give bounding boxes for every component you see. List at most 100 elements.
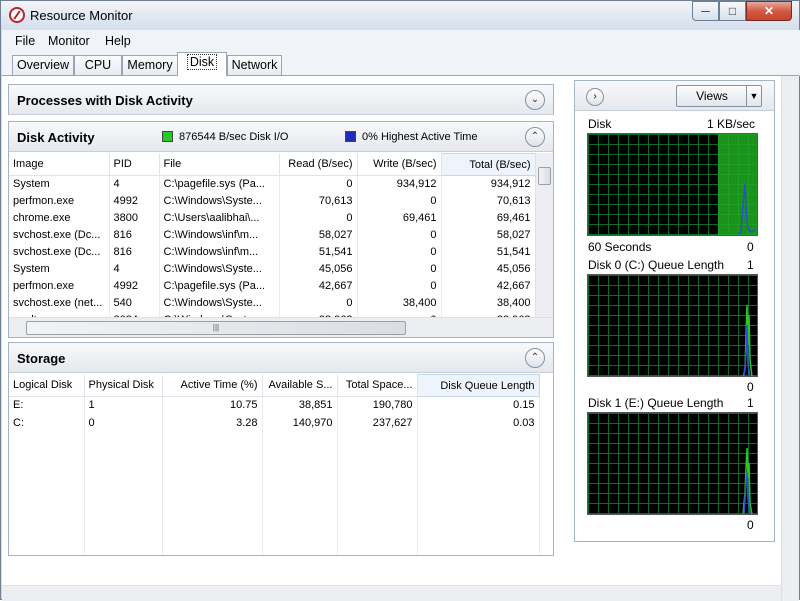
storage-title: Storage <box>17 351 66 366</box>
table-cell <box>262 431 338 555</box>
table-cell: C:\Windows\Syste... <box>159 192 280 210</box>
column-header[interactable]: Available S... <box>262 374 338 397</box>
table-filler-row <box>9 431 540 555</box>
column-header[interactable]: Image <box>9 153 110 176</box>
storage-header[interactable]: Storage ⌃ <box>9 343 553 373</box>
table-cell: 4992 <box>109 277 160 295</box>
menu-help[interactable]: Help <box>105 34 131 48</box>
processes-section-header[interactable]: Processes with Disk Activity ⌄ <box>9 85 553 115</box>
table-row[interactable]: perfmon.exe 4992 C:\pagefile.sys (Pa... 42,… <box>9 277 535 295</box>
table-cell: svchost.exe (Dc... <box>9 243 110 261</box>
chevron-down-icon[interactable]: ▼ <box>746 86 761 106</box>
tab-cpu-label: CPU <box>84 58 112 72</box>
column-header[interactable]: Write (B/sec) <box>357 153 442 176</box>
column-header[interactable]: PID <box>109 153 160 176</box>
views-dropdown[interactable]: Views ▼ <box>676 85 762 107</box>
table-cell: E: <box>9 396 85 414</box>
disk1-graph-scale: 1 <box>747 396 754 410</box>
tab-memory-label: Memory <box>127 58 173 72</box>
table-cell: 58,027 <box>441 226 535 244</box>
disk1-graph-title: Disk 1 (E:) Queue Length <box>588 396 724 410</box>
disk-activity-title: Disk Activity <box>17 130 95 145</box>
window-hscrollbar[interactable] <box>2 585 781 601</box>
column-header[interactable]: Total (B/sec) <box>440 153 535 176</box>
table-cell: C:\Users\aalibhai\... <box>159 209 280 227</box>
disk-io-area <box>718 134 757 235</box>
table-cell: System <box>9 175 110 193</box>
table-cell: C:\Windows\Syste... <box>159 260 280 278</box>
disk0-graph-plot <box>742 304 753 376</box>
tab-cpu[interactable]: CPU <box>74 55 122 76</box>
table-cell: 190,780 <box>337 396 418 414</box>
table-row[interactable]: E: 1 10.75 38,851 190,780 0.15 <box>9 396 540 414</box>
disk-graph-scale: 1 KB/sec <box>707 117 756 131</box>
table-cell: 0 <box>279 294 358 312</box>
table-cell: 42,667 <box>279 277 358 295</box>
table-cell: 70,613 <box>441 192 535 210</box>
disk1-queue-graph <box>587 412 758 515</box>
table-cell: System <box>9 260 110 278</box>
table-cell: perfmon.exe <box>9 277 110 295</box>
table-cell: 4992 <box>109 192 160 210</box>
disk0-graph-title: Disk 0 (C:) Queue Length <box>588 258 725 272</box>
table-cell: svchost.exe (Dc... <box>9 226 110 244</box>
disk-io-legend: 876544 B/sec Disk I/O <box>179 131 289 143</box>
table-cell <box>162 431 263 555</box>
window-vscrollbar[interactable] <box>781 76 799 601</box>
table-row[interactable]: System 4 C:\pagefile.sys (Pa... 0 934,912 934… <box>9 175 535 193</box>
close-button[interactable]: ✕ <box>746 1 792 21</box>
collapse-graphs-icon[interactable]: › <box>586 88 604 106</box>
disk0-graph-scale: 1 <box>747 258 754 272</box>
maximize-button[interactable]: □ <box>719 1 746 21</box>
hscroll-thumb[interactable]: ||| <box>26 321 406 335</box>
menu-monitor[interactable]: Monitor <box>48 34 90 48</box>
tab-overview[interactable]: Overview <box>12 55 74 76</box>
column-header[interactable]: File <box>159 153 280 176</box>
tab-network[interactable]: Network <box>227 55 282 76</box>
column-header[interactable]: Logical Disk <box>9 374 85 397</box>
table-cell: 540 <box>109 294 160 312</box>
column-header[interactable]: Physical Disk <box>84 374 163 397</box>
disk-activity-hscrollbar[interactable]: ||| <box>9 317 553 337</box>
column-header[interactable]: Active Time (%) <box>162 374 263 397</box>
disk-tab-content: Processes with Disk Activity ⌄ Disk Acti… <box>2 75 799 601</box>
vscroll-thumb[interactable] <box>538 167 551 185</box>
disk-activity-table-wrap: Image PID File Read (B/sec) Write (B/sec) Tot… <box>9 153 535 317</box>
disk-activity-section: Disk Activity 876544 B/sec Disk I/O 0% H… <box>8 121 554 338</box>
disk1-graph-plot <box>742 447 753 514</box>
disk0-queue-line <box>742 304 753 376</box>
menu-file[interactable]: File <box>15 34 35 48</box>
column-header[interactable]: Read (B/sec) <box>279 153 358 176</box>
collapse-chevron-icon[interactable]: ⌃ <box>525 348 545 368</box>
table-cell: 70,613 <box>279 192 358 210</box>
tab-disk[interactable]: Disk <box>177 52 227 76</box>
column-header[interactable]: Disk Queue Length <box>416 374 540 397</box>
table-row[interactable]: C: 0 3.28 140,970 237,627 0.03 <box>9 413 540 432</box>
table-cell: C:\Windows\inf\m... <box>159 226 280 244</box>
table-row[interactable]: System 4 C:\Windows\Syste... 45,056 0 45,056 <box>9 260 535 278</box>
table-cell: 4 <box>109 175 160 193</box>
disk-activity-header[interactable]: Disk Activity 876544 B/sec Disk I/O 0% H… <box>9 122 553 152</box>
left-pane: Processes with Disk Activity ⌄ Disk Acti… <box>8 80 554 598</box>
table-row[interactable]: svchost.exe (net... 540 C:\Windows\Syste..… <box>9 294 535 312</box>
storage-section: Storage ⌃ Logical Disk Physical Disk Activ… <box>8 342 554 556</box>
collapse-chevron-icon[interactable]: ⌃ <box>525 127 545 147</box>
column-header[interactable]: Total Space... <box>337 374 418 397</box>
table-cell: 38,400 <box>357 294 442 312</box>
tab-bar: Overview CPU Memory Disk Network <box>2 52 800 76</box>
minimize-button[interactable]: ─ <box>692 1 719 21</box>
table-cell <box>417 431 540 555</box>
table-row[interactable]: perfmon.exe 4992 C:\Windows\Syste... 70,613… <box>9 192 535 210</box>
table-cell: 934,912 <box>441 175 535 193</box>
disk-activity-vscrollbar[interactable] <box>535 153 553 317</box>
disk-graph-title: Disk <box>588 117 612 131</box>
table-row[interactable]: svchost.exe (Dc... 816 C:\Windows\inf\m...… <box>9 243 535 261</box>
expand-chevron-icon[interactable]: ⌄ <box>525 90 545 110</box>
table-row[interactable]: svchost.exe (Dc... 816 C:\Windows\inf\m...… <box>9 226 535 244</box>
table-cell: 0 <box>357 243 442 261</box>
graphs-toolbar: › Views ▼ <box>575 81 774 111</box>
table-row[interactable]: chrome.exe 3800 C:\Users\aalibhai\... 0 69,4… <box>9 209 535 227</box>
table-cell: 4 <box>109 260 160 278</box>
table-cell: 3.28 <box>162 413 263 432</box>
tab-memory[interactable]: Memory <box>122 55 178 76</box>
